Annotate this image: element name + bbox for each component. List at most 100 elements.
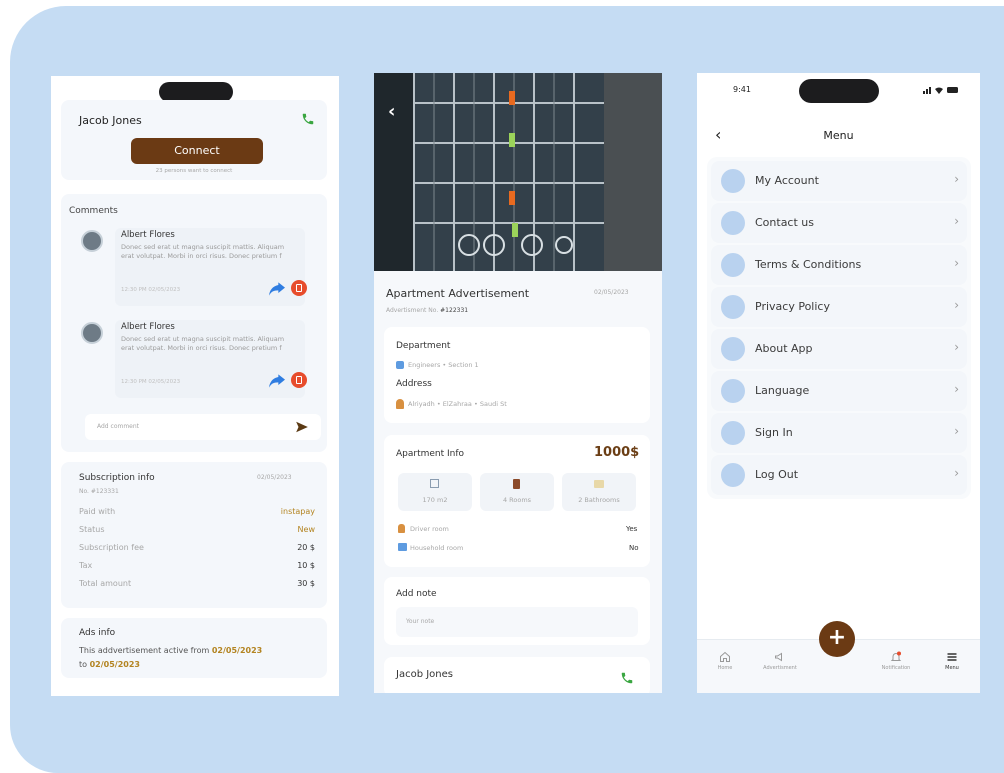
household-room-value: No bbox=[629, 544, 639, 552]
menu-item-terms[interactable]: Terms & Conditions › bbox=[711, 245, 967, 285]
connect-button[interactable]: Connect bbox=[131, 138, 263, 164]
menu-item-label: About App bbox=[755, 342, 813, 355]
note-input[interactable]: Your note bbox=[396, 607, 638, 637]
comments-title: Comments bbox=[69, 206, 118, 216]
subscription-row: Subscription fee 20 $ bbox=[79, 543, 315, 552]
row-label: Paid with bbox=[79, 507, 116, 516]
menu-item-my-account[interactable]: My Account › bbox=[711, 161, 967, 201]
profile-name: Jacob Jones bbox=[79, 114, 142, 127]
comment-body: Donec sed erat ut magna suscipit mattis.… bbox=[121, 243, 285, 260]
menu-item-contact-us[interactable]: Contact us › bbox=[711, 203, 967, 243]
comment-time: 12:30 PM 02/05/2023 bbox=[121, 287, 181, 293]
nav-label: Menu bbox=[945, 665, 959, 671]
subscription-number: No. #123331 bbox=[79, 488, 119, 495]
comment-item: Albert Flores Donec sed erat ut magna su… bbox=[69, 314, 321, 400]
driver-room-label: Driver room bbox=[410, 525, 449, 533]
share-icon[interactable] bbox=[269, 282, 285, 296]
address-value: Alriyadh • ElZahraa • Saudi St bbox=[408, 400, 507, 408]
comment-time: 12:30 PM 02/05/2023 bbox=[121, 379, 181, 385]
note-placeholder: Your note bbox=[406, 618, 435, 625]
nav-advertisment[interactable]: Advertisment bbox=[755, 651, 805, 671]
user-icon bbox=[721, 169, 745, 193]
connect-caption: 23 persons want to connect bbox=[155, 168, 233, 174]
chevron-right-icon: › bbox=[954, 466, 959, 480]
row-value: 10 $ bbox=[297, 561, 315, 570]
menu-item-label: Terms & Conditions bbox=[755, 258, 862, 271]
dynamic-island bbox=[159, 82, 233, 102]
add-button[interactable]: + bbox=[819, 621, 855, 657]
send-icon[interactable] bbox=[295, 420, 309, 434]
subscription-date: 02/05/2023 bbox=[257, 474, 292, 481]
comments-card: Comments Albert Flores Donec sed erat ut… bbox=[61, 194, 327, 452]
comment-body: Donec sed erat ut magna suscipit mattis.… bbox=[121, 335, 285, 352]
phone-icon[interactable] bbox=[301, 112, 315, 126]
row-label: Tax bbox=[79, 561, 93, 570]
delete-icon[interactable] bbox=[291, 280, 307, 296]
bath-icon bbox=[594, 480, 604, 488]
row-value: 20 $ bbox=[297, 543, 315, 552]
subscription-row: Paid with instapay bbox=[79, 507, 315, 516]
info-icon bbox=[721, 337, 745, 361]
chevron-right-icon: › bbox=[954, 382, 959, 396]
delete-icon[interactable] bbox=[291, 372, 307, 388]
menu-item-language[interactable]: Language › bbox=[711, 371, 967, 411]
chevron-right-icon: › bbox=[954, 172, 959, 186]
phone-icon[interactable] bbox=[620, 671, 634, 685]
stat-value: 4 Rooms bbox=[502, 496, 532, 504]
subscription-row: Status New bbox=[79, 525, 315, 534]
stat-value: 170 m2 bbox=[422, 496, 448, 504]
building-photo: ‹ bbox=[374, 73, 662, 271]
ads-info-card: Ads info This addvertisement active from… bbox=[61, 618, 327, 678]
menu-item-label: Sign In bbox=[755, 426, 793, 439]
status-icons bbox=[923, 86, 959, 94]
menu-item-privacy-policy[interactable]: Privacy Policy › bbox=[711, 287, 967, 327]
menu-item-about-app[interactable]: About App › bbox=[711, 329, 967, 369]
row-value: 30 $ bbox=[297, 579, 315, 588]
comment-input[interactable]: Add comment bbox=[85, 414, 321, 440]
location-card: Department Engineers • Section 1 Address… bbox=[384, 327, 650, 423]
door-icon bbox=[513, 479, 520, 489]
nav-label: Advertisment bbox=[763, 665, 797, 671]
note-title: Add note bbox=[396, 589, 437, 599]
advertisement-screen: ‹ Apartment Advertisement 02/05/2023 Adv… bbox=[374, 73, 662, 693]
area-stat: 170 m2 bbox=[398, 473, 472, 511]
apartment-info-card: Apartment Info 1000$ 170 m2 4 Rooms 2 Ba… bbox=[384, 435, 650, 567]
ad-number: Advertisment No. #122331 bbox=[386, 307, 469, 314]
driver-icon bbox=[398, 524, 405, 533]
ad-date: 02/05/2023 bbox=[594, 289, 629, 296]
menu-item-label: Language bbox=[755, 384, 810, 397]
menu-item-log-out[interactable]: Log Out › bbox=[711, 455, 967, 495]
stat-value: 2 Bathrooms bbox=[578, 496, 620, 504]
back-icon[interactable]: ‹ bbox=[388, 101, 395, 122]
nav-home[interactable]: Home bbox=[713, 651, 737, 671]
bell-icon bbox=[890, 651, 902, 661]
chevron-right-icon: › bbox=[954, 214, 959, 228]
nav-label: Notification bbox=[881, 665, 911, 671]
nav-menu[interactable]: Menu bbox=[939, 651, 965, 671]
row-value: instapay bbox=[280, 507, 315, 516]
menu-title: Menu bbox=[823, 129, 854, 142]
status-time: 9:41 bbox=[733, 85, 751, 94]
nav-notification[interactable]: Notification bbox=[869, 651, 923, 671]
row-label: Status bbox=[79, 525, 105, 534]
ads-info-title: Ads info bbox=[79, 628, 116, 638]
comment-author: Albert Flores bbox=[121, 322, 175, 332]
row-value: New bbox=[297, 525, 315, 534]
menu-item-sign-in[interactable]: Sign In › bbox=[711, 413, 967, 453]
chevron-right-icon: › bbox=[954, 424, 959, 438]
sign-in-icon bbox=[721, 421, 745, 445]
profile-screen: Jacob Jones Connect 23 persons want to c… bbox=[51, 76, 339, 696]
household-icon bbox=[398, 543, 407, 551]
shield-icon bbox=[721, 295, 745, 319]
comment-item: Albert Flores Donec sed erat ut magna su… bbox=[69, 222, 321, 308]
rooms-stat: 4 Rooms bbox=[480, 473, 554, 511]
document-icon bbox=[721, 253, 745, 277]
comment-input-placeholder: Add comment bbox=[97, 423, 140, 430]
address-label: Address bbox=[396, 379, 432, 389]
menu-item-label: Contact us bbox=[755, 216, 814, 229]
chevron-right-icon: › bbox=[954, 256, 959, 270]
menu-item-label: Log Out bbox=[755, 468, 799, 481]
share-icon[interactable] bbox=[269, 374, 285, 388]
subscription-card: Subscription info 02/05/2023 No. #123331… bbox=[61, 462, 327, 608]
department-icon bbox=[396, 361, 404, 369]
